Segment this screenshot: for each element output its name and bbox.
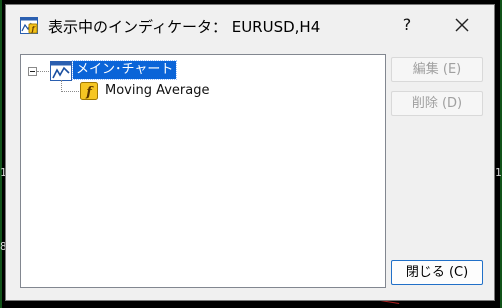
collapse-minus-icon[interactable]: [28, 67, 37, 76]
tree-connector: [37, 71, 49, 72]
chart-grid-line-left: [0, 0, 2, 308]
title-bar[interactable]: f 表示中のインディケータ： EURUSD,H4 ?: [6, 5, 494, 45]
tree-item-main-chart[interactable]: メイン･チャート: [71, 60, 178, 80]
close-icon[interactable]: [442, 9, 482, 41]
window-title: 表示中のインディケータ： EURUSD,H4: [48, 18, 321, 36]
indicators-dialog: f 表示中のインディケータ： EURUSD,H4 ? メイン･チャート f Mo…: [5, 4, 495, 301]
tree-item-moving-average[interactable]: Moving Average: [105, 83, 209, 98]
edit-button[interactable]: 編集 (E): [391, 57, 483, 82]
delete-button[interactable]: 削除 (D): [391, 91, 483, 116]
tree-connector: [61, 91, 79, 92]
chart-tick-label: 1: [495, 166, 502, 179]
chart-window-icon: [50, 61, 72, 81]
indicator-tree[interactable]: メイン･チャート f Moving Average: [20, 54, 386, 288]
indicator-f-icon: f: [80, 82, 98, 100]
indicator-window-icon: f: [20, 17, 38, 34]
help-button[interactable]: ?: [390, 9, 424, 41]
close-button[interactable]: 閉じる (C): [391, 260, 483, 285]
